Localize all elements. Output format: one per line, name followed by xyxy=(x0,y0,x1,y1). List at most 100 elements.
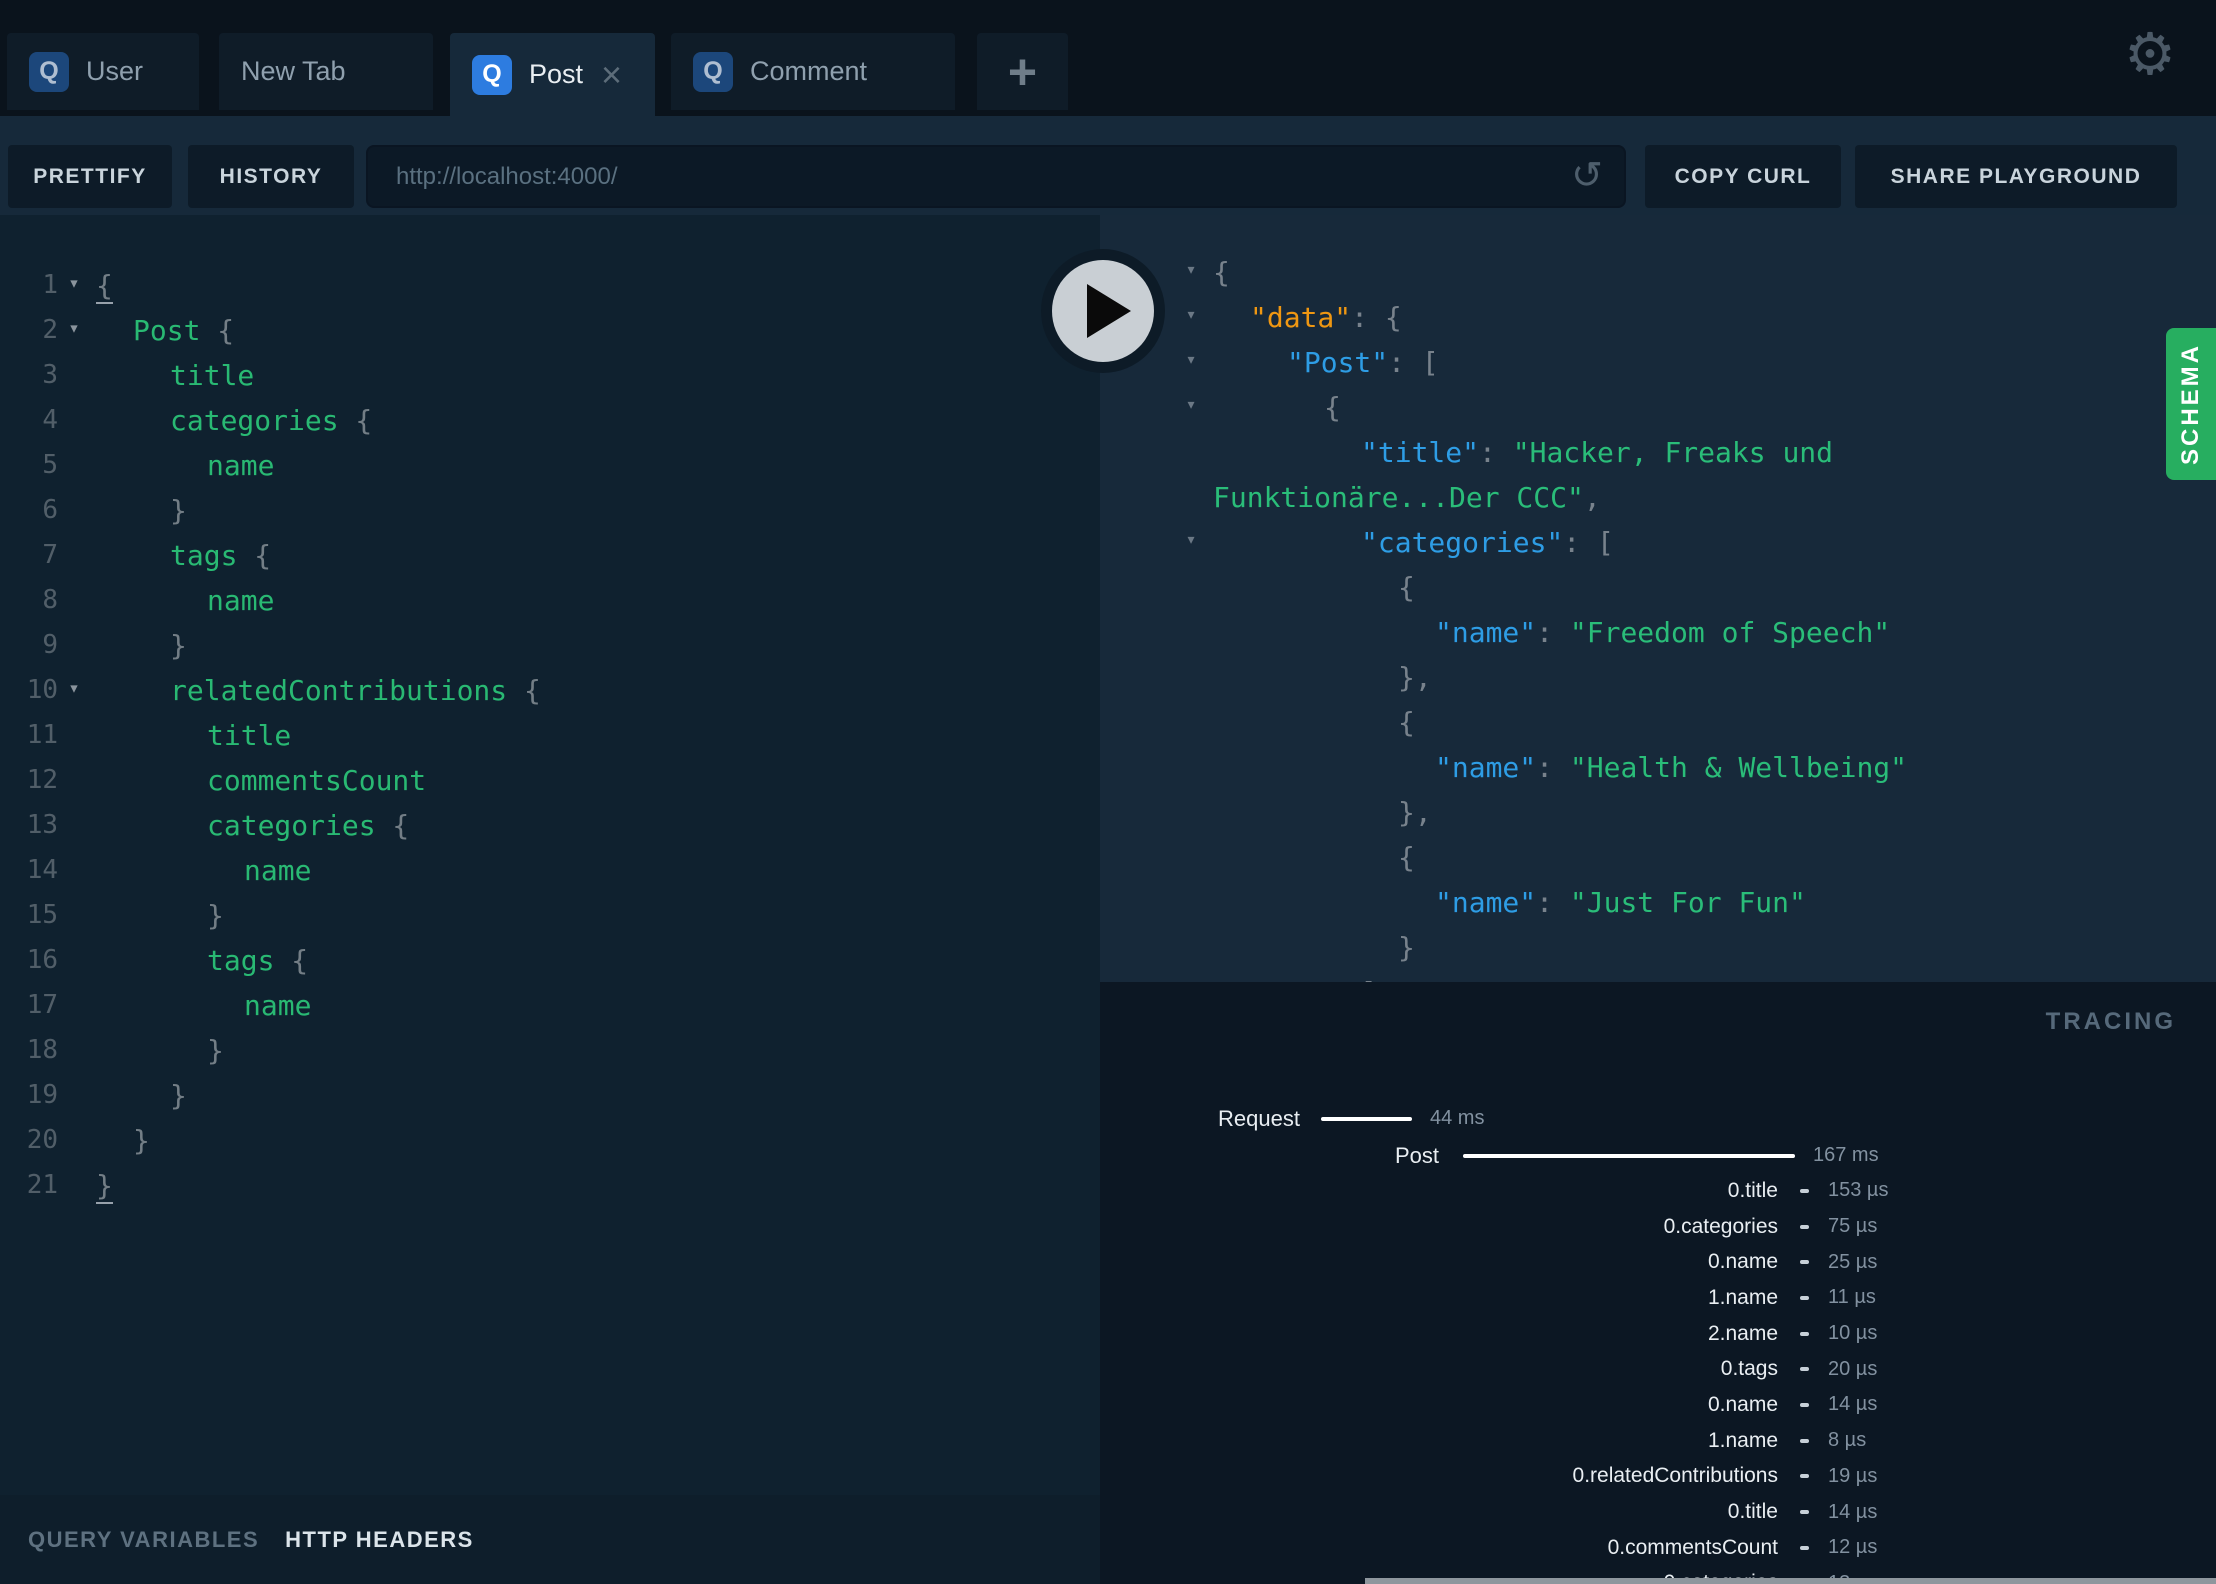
tab-new-tab[interactable]: New Tab xyxy=(219,33,433,110)
query-editor[interactable]: 1 ▾{2 ▾ Post {3 title 4 categories {5 name 6} 7 ta… xyxy=(0,215,1100,1495)
response-line: { xyxy=(1100,700,2216,745)
code-token: [ xyxy=(1597,526,1614,559)
editor-line: 8 name xyxy=(0,578,1100,623)
history-button[interactable]: HISTORY xyxy=(188,145,354,208)
code-token: } xyxy=(207,899,224,932)
editor-line: 1 ▾{ xyxy=(0,263,1100,308)
duration-dash-icon xyxy=(1800,1331,1809,1336)
tab-label: Comment xyxy=(750,56,868,86)
code-token: "Just For Fun" xyxy=(1569,886,1806,919)
tab-user[interactable]: Q User xyxy=(7,33,199,110)
collapse-arrow-icon[interactable]: ▾ xyxy=(1178,337,1204,382)
execute-query-button-face xyxy=(1052,260,1154,362)
response-line-content: Funktionäre...Der CCC", xyxy=(1100,475,1601,520)
code-token: { xyxy=(1213,256,1230,289)
trace-resolver-row: 0.relatedContributions 19 µs xyxy=(1100,1459,2216,1495)
code-token: name xyxy=(244,989,312,1022)
fold-arrow-icon[interactable]: ▾ xyxy=(60,261,88,306)
code-token: : xyxy=(1351,301,1385,334)
response-line-content: "name": "Just For Fun" xyxy=(1100,880,1806,925)
line-number: 2 xyxy=(42,315,58,345)
response-line: "name": "Freedom of Speech" xyxy=(1100,610,2216,655)
tab-comment[interactable]: Q Comment xyxy=(671,33,955,110)
line-number: 14 xyxy=(26,855,58,885)
collapse-arrow-icon[interactable]: ▾ xyxy=(1178,247,1204,292)
trace-resolver-name: 0.commentsCount xyxy=(1607,1535,1778,1559)
code-token: : xyxy=(1536,616,1570,649)
trace-resolver-name: 1.name xyxy=(1707,1428,1778,1452)
editor-line: 10 ▾ relatedContributions { xyxy=(0,668,1100,713)
trace-resolver-row: 0.categories 75 µs xyxy=(1100,1209,2216,1245)
code-token: "data" xyxy=(1250,301,1352,334)
line-number: 16 xyxy=(26,945,58,975)
settings-gear-icon[interactable]: ⚙ xyxy=(2120,20,2180,90)
line-number: 20 xyxy=(26,1125,58,1155)
trace-resolver-time: 11 µs xyxy=(1828,1286,1876,1309)
response-line-content: "title": "Hacker, Freaks und xyxy=(1100,430,1833,475)
duration-dash-icon xyxy=(1800,1188,1809,1193)
toolbar: PRETTIFY HISTORY ↺ COPY CURL SHARE PLAYG… xyxy=(0,116,2216,215)
code-token: relatedContributions xyxy=(170,674,508,707)
response-line: }, xyxy=(1100,790,2216,835)
editor-line: 13 categories { xyxy=(0,803,1100,848)
response-line-content: "name": "Freedom of Speech" xyxy=(1100,610,1890,655)
line-number: 1 xyxy=(42,270,58,300)
trace-request-time: 44 ms xyxy=(1430,1107,1485,1129)
code-token: "title" xyxy=(1361,436,1480,469)
code-token: "name" xyxy=(1435,616,1537,649)
copy-curl-button[interactable]: COPY CURL xyxy=(1645,145,1841,208)
response-line-content: { xyxy=(1100,835,1415,880)
code-token: } xyxy=(170,1079,187,1112)
code-token: "name" xyxy=(1435,886,1537,919)
code-token: tags xyxy=(207,944,275,977)
editor-bottom-bar: QUERY VARIABLES HTTP HEADERS xyxy=(0,1495,1100,1584)
add-tab-button[interactable]: + xyxy=(977,33,1068,110)
editor-line-content: commentsCount xyxy=(0,758,426,803)
code-token: { xyxy=(1324,391,1341,424)
tab-label: User xyxy=(86,56,144,86)
query-variables-tab[interactable]: QUERY VARIABLES xyxy=(28,1527,259,1553)
code-token: { xyxy=(1398,571,1415,604)
collapse-arrow-icon[interactable]: ▾ xyxy=(1178,292,1204,337)
line-number: 18 xyxy=(26,1035,58,1065)
endpoint-url-input[interactable] xyxy=(366,145,1626,208)
code-token: { xyxy=(507,674,541,707)
trace-resolver-time: 19 µs xyxy=(1828,1464,1878,1487)
trace-resolver-row: 0.title 153 µs xyxy=(1100,1173,2216,1209)
trace-resolver-time: 14 µs xyxy=(1828,1500,1878,1523)
code-token: : xyxy=(1479,436,1513,469)
play-icon xyxy=(1087,284,1131,338)
line-number: 13 xyxy=(26,810,58,840)
code-token: name xyxy=(207,584,275,617)
schema-side-tab[interactable]: SCHEMA xyxy=(2166,328,2216,480)
reload-schema-icon[interactable]: ↺ xyxy=(1564,153,1610,199)
code-token: } xyxy=(133,1124,150,1157)
fold-arrow-icon[interactable]: ▾ xyxy=(60,666,88,711)
trace-resolver-row: 0.name 14 µs xyxy=(1100,1387,2216,1423)
share-playground-button[interactable]: SHARE PLAYGROUND xyxy=(1855,145,2177,208)
tracing-panel: TRACING Request 44 ms Post 167 ms 0.titl… xyxy=(1100,982,2216,1584)
duration-dash-icon xyxy=(1800,1474,1809,1479)
horizontal-scrollbar[interactable] xyxy=(1365,1578,2216,1584)
close-tab-icon[interactable]: × xyxy=(601,56,622,93)
tab-post[interactable]: Q Post × xyxy=(450,33,655,116)
prettify-button[interactable]: PRETTIFY xyxy=(8,145,172,208)
http-headers-tab[interactable]: HTTP HEADERS xyxy=(285,1527,474,1553)
editor-line: 19} xyxy=(0,1073,1100,1118)
response-line: ▾{ xyxy=(1100,250,2216,295)
trace-resolver-name: 2.name xyxy=(1707,1321,1778,1345)
code-token: { xyxy=(200,314,235,347)
collapse-arrow-icon[interactable]: ▾ xyxy=(1178,382,1204,427)
collapse-arrow-icon[interactable]: ▾ xyxy=(1178,517,1204,562)
response-line: "title": "Hacker, Freaks und xyxy=(1100,430,2216,475)
trace-operation-time: 167 ms xyxy=(1813,1144,1879,1166)
line-number: 8 xyxy=(42,585,58,615)
execute-query-button[interactable] xyxy=(1041,249,1165,373)
line-number: 21 xyxy=(26,1170,58,1200)
fold-arrow-icon[interactable]: ▾ xyxy=(60,306,88,351)
code-token: { xyxy=(1384,301,1402,334)
editor-line: 12 commentsCount xyxy=(0,758,1100,803)
response-line-content: { xyxy=(1100,700,1415,745)
trace-resolver-name: 0.relatedContributions xyxy=(1572,1464,1778,1488)
editor-line: 9} xyxy=(0,623,1100,668)
